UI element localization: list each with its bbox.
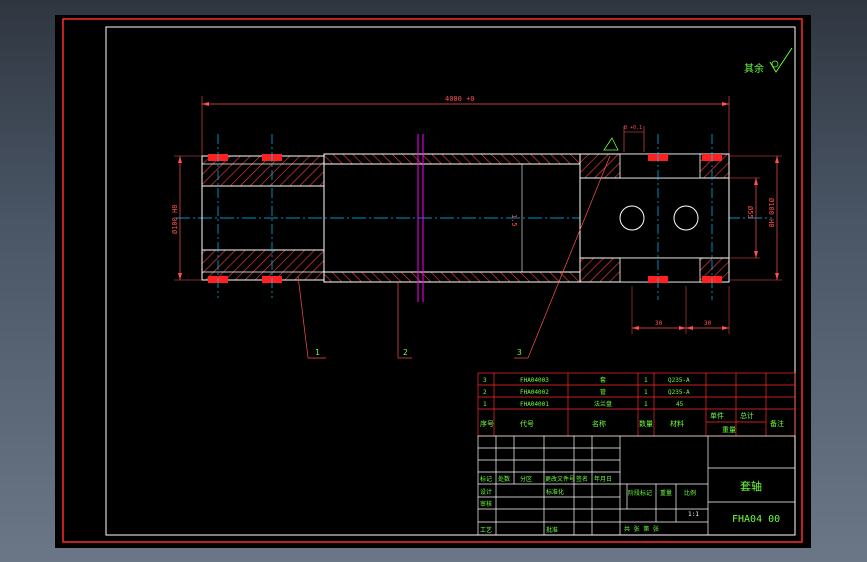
bom-header-single: 单件 xyxy=(710,411,724,420)
tb-date: 年月日 xyxy=(594,475,612,483)
tb-check: 审核 xyxy=(480,500,492,508)
inner-label: 1.5 xyxy=(510,214,518,227)
dimension-overall-text: 4000 +0 xyxy=(445,95,475,103)
dimension-right-diameter-text: Ø100 H8 xyxy=(767,198,775,228)
bom-row-3-no: 3 xyxy=(483,377,487,384)
bom-row-1-material: 45 xyxy=(676,401,684,408)
bom-header-name: 名称 xyxy=(592,419,606,428)
tb-standard: 标准化 xyxy=(546,488,564,496)
bom-row-2-material: Q235-A xyxy=(668,389,690,396)
tb-change-doc: 更改文件号 xyxy=(545,475,575,483)
callout-1: 1 xyxy=(315,348,320,357)
bom-row-2-name: 管 xyxy=(600,388,606,396)
bom-header-material: 材料 xyxy=(670,419,684,428)
tb-weight: 重量 xyxy=(660,489,672,497)
callout-2: 2 xyxy=(403,348,408,357)
tb-ratio: 比例 xyxy=(684,489,696,497)
bom-header-code: 代号 xyxy=(520,419,534,428)
roughness-text: 其余 xyxy=(744,62,764,75)
bom-header-no: 序号 xyxy=(480,419,494,428)
part-sleeve-right xyxy=(579,153,730,283)
bom-row-3-qty: 1 xyxy=(644,377,648,384)
bom-header-total: 总计 xyxy=(740,411,754,420)
tb-mark: 标记 xyxy=(480,475,492,483)
drawing-number: FHA04 00 xyxy=(732,514,780,525)
dimension-left-diameter-text: Ø100 H8 xyxy=(171,204,179,234)
tb-sign: 签名 xyxy=(576,475,588,483)
dimension-bottom-left-text: 30 xyxy=(655,320,663,327)
cad-viewport[interactable]: 其余 4000 +0 1.5 8 +0.1 Ø100 H8 Ø100 H8 Ø5… xyxy=(0,0,867,562)
dimension-right-bore-text: Ø55 xyxy=(746,206,754,219)
dimension-top-small-text: 8 +0.1 xyxy=(624,125,642,131)
bom-row-3-name: 套 xyxy=(600,376,606,384)
tb-count: 处数 xyxy=(498,475,510,483)
bom-header-weight: 重量 xyxy=(722,426,736,434)
bom-header-remark: 备注 xyxy=(770,419,784,428)
dimension-bottom-right-text: 30 xyxy=(704,320,712,327)
bom-row-2-code: FHA04002 xyxy=(520,389,549,396)
tb-zone: 分区 xyxy=(520,475,532,483)
bom-row-3-material: Q235-A xyxy=(668,377,690,384)
tb-process: 工艺 xyxy=(480,526,492,534)
bom-row-3-code: FHA04003 xyxy=(520,377,549,384)
bom-row-2-qty: 1 xyxy=(644,389,648,396)
bom-row-1-qty: 1 xyxy=(644,401,648,408)
bom-row-1-no: 1 xyxy=(483,401,487,408)
tb-stage-mark: 阶段标记 xyxy=(628,489,652,497)
tb-approve: 批准 xyxy=(546,526,558,534)
tb-scale: 1:1 xyxy=(688,511,699,518)
bom-header-qty: 数量 xyxy=(639,419,653,428)
drawing-title: 套轴 xyxy=(740,479,762,493)
tb-design: 设计 xyxy=(480,488,492,496)
tb-sheets: 共 张 第 张 xyxy=(624,525,659,533)
bom-row-1-name: 法兰盘 xyxy=(594,400,612,408)
callout-3: 3 xyxy=(517,348,522,357)
bom-row-1-code: FHA04001 xyxy=(520,401,549,408)
bom-row-2-no: 2 xyxy=(483,389,487,396)
